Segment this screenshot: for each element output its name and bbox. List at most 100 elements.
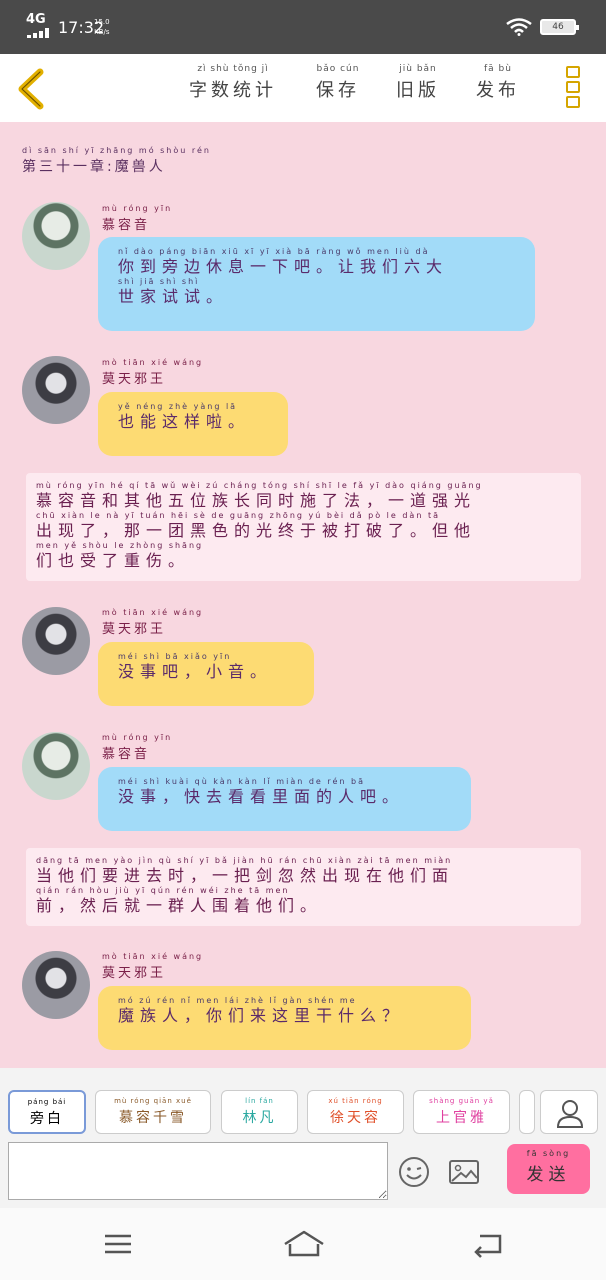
publish-button[interactable]: fā bù 发布 bbox=[472, 64, 524, 102]
speaker-pinyin: mù róng yīn bbox=[102, 733, 173, 742]
avatar[interactable] bbox=[22, 356, 90, 424]
old-version-button[interactable]: jiù bǎn 旧版 bbox=[392, 64, 444, 102]
message-pinyin: méi shì kuài qù kàn kàn lǐ miàn de rén b… bbox=[118, 777, 366, 786]
message-text: 没事，快去看看里面的人吧。 bbox=[118, 787, 405, 806]
role-xu-tianrong[interactable]: xú tiān róng 徐天容 bbox=[307, 1090, 404, 1134]
speaker-pinyin: mò tiān xié wáng bbox=[102, 608, 204, 617]
word-count-label: 字数统计 bbox=[189, 80, 277, 101]
chevron-left-icon[interactable] bbox=[14, 68, 50, 110]
message-bubble[interactable]: méi shì bā xiǎo yīn 没事吧，小音。 bbox=[98, 642, 314, 706]
network-type: 4G bbox=[26, 12, 46, 27]
speaker-label: 莫天邪王 bbox=[102, 966, 167, 981]
chapter-title: dì sān shí yī zhāng mó shòu rén 第三十一章:魔兽… bbox=[22, 146, 211, 176]
role-murong-qianxue[interactable]: mù róng qiān xuě 慕容千雪 bbox=[95, 1090, 211, 1134]
speaker-label: 莫天邪王 bbox=[102, 372, 167, 387]
role-label: 上官雅 bbox=[436, 1110, 487, 1126]
narration-pinyin: dāng tā men yào jìn qù shí yī bǎ jiàn hū… bbox=[36, 856, 453, 865]
system-nav-bar bbox=[0, 1208, 606, 1280]
narration-pinyin: men yě shòu le zhòng shāng bbox=[36, 541, 204, 550]
speaker-name: mù róng yīn 慕容音 bbox=[102, 204, 172, 233]
speaker-label: 莫天邪王 bbox=[102, 622, 167, 637]
editor-toolbar: zì shù tǒng jì 字数统计 bǎo cún 保存 jiù bǎn 旧… bbox=[0, 54, 606, 122]
avatar[interactable] bbox=[22, 951, 90, 1019]
role-pinyin: mù róng qiān xuě bbox=[114, 1097, 192, 1105]
speed-value: 15.0 bbox=[94, 18, 110, 26]
message-bubble[interactable]: yě néng zhè yàng lā 也能这样啦。 bbox=[98, 392, 288, 456]
narration-text: 出现了，那一团黑色的光终于被打破了。但他 bbox=[36, 521, 477, 540]
narration-block[interactable]: mù róng yīn hé qí tā wǔ wèi zú cháng tón… bbox=[26, 473, 581, 581]
message-pinyin: nǐ dào páng biān xiū xī yī xià bā ràng w… bbox=[118, 247, 430, 256]
message-text: 魔族人，你们来这里干什么？ bbox=[118, 1006, 405, 1025]
hamburger-icon[interactable] bbox=[98, 1228, 138, 1260]
role-pinyin: páng bái bbox=[27, 1098, 67, 1106]
role-shangguan-ya[interactable]: shàng guān yǎ 上官雅 bbox=[413, 1090, 510, 1134]
narration-pinyin: qián rán hòu jiù yī qún rén wéi zhe tā m… bbox=[36, 886, 290, 895]
chat-area[interactable]: dì sān shí yī zhāng mó shòu rén 第三十一章:魔兽… bbox=[0, 122, 606, 1068]
narration-text: 慕容音和其他五位族长同时施了法，一道强光 bbox=[36, 491, 477, 510]
narration-pinyin: chū xiàn le nà yī tuán hēi sè de guāng z… bbox=[36, 511, 440, 520]
message-text: 你到旁边休息一下吧。让我们六大 bbox=[118, 257, 449, 276]
message-pinyin: yě néng zhè yàng lā bbox=[118, 402, 238, 411]
signal-icon bbox=[27, 28, 51, 38]
role-narration[interactable]: páng bái 旁白 bbox=[8, 1090, 86, 1134]
message-pinyin: mó zú rén nǐ men lái zhè lǐ gàn shén me bbox=[118, 996, 357, 1005]
network-speed: 15.0 KB/s bbox=[94, 17, 110, 37]
speaker-name: mò tiān xié wáng 莫天邪王 bbox=[102, 608, 203, 637]
speaker-pinyin: mò tiān xié wáng bbox=[102, 358, 204, 367]
message-text: 世家试试。 bbox=[118, 287, 229, 306]
narration-text: 前，然后就一群人围着他们。 bbox=[36, 896, 323, 915]
message-bubble[interactable]: méi shì kuài qù kàn kàn lǐ miàn de rén b… bbox=[98, 767, 471, 831]
role-pinyin: lín fán bbox=[245, 1097, 274, 1105]
narration-text: 们也受了重伤。 bbox=[36, 551, 191, 570]
role-label: 慕容千雪 bbox=[119, 1110, 187, 1126]
old-version-pinyin: jiù bǎn bbox=[399, 64, 437, 74]
person-icon[interactable] bbox=[540, 1090, 598, 1134]
narration-block[interactable]: dāng tā men yào jìn qù shí yī bǎ jiàn hū… bbox=[26, 848, 581, 926]
speed-unit: KB/s bbox=[94, 28, 110, 36]
smiley-icon[interactable] bbox=[398, 1156, 430, 1188]
role-label: 林凡 bbox=[242, 1110, 277, 1126]
person-icon-glyph bbox=[556, 1100, 584, 1128]
home-icon[interactable] bbox=[282, 1228, 326, 1260]
chapter-title-pinyin: dì sān shí yī zhāng mó shòu rén bbox=[22, 146, 211, 155]
message-bubble[interactable]: nǐ dào páng biān xiū xī yī xià bā ràng w… bbox=[98, 237, 535, 331]
send-button[interactable]: fā sòng 发送 bbox=[507, 1144, 590, 1194]
message-input[interactable] bbox=[8, 1142, 388, 1200]
role-pinyin: shàng guān yǎ bbox=[429, 1097, 494, 1105]
back-arrow-icon[interactable] bbox=[468, 1228, 508, 1260]
save-pinyin: bǎo cún bbox=[316, 64, 360, 74]
send-pinyin: fā sòng bbox=[526, 1149, 571, 1158]
battery-icon: 46 bbox=[540, 19, 579, 35]
speaker-name: mò tiān xié wáng 莫天邪王 bbox=[102, 358, 203, 387]
publish-label: 发布 bbox=[476, 80, 520, 101]
role-lin-fan[interactable]: lín fán 林凡 bbox=[221, 1090, 298, 1134]
role-more[interactable] bbox=[519, 1090, 535, 1134]
speaker-label: 慕容音 bbox=[102, 747, 151, 762]
menu-dots-icon[interactable] bbox=[564, 66, 582, 114]
message-pinyin: shì jiā shì shì bbox=[118, 277, 200, 286]
avatar[interactable] bbox=[22, 202, 90, 270]
save-button[interactable]: bǎo cún 保存 bbox=[312, 64, 364, 102]
composer-panel: páng bái 旁白 mù róng qiān xuě 慕容千雪 lín fá… bbox=[0, 1068, 606, 1208]
word-count-button[interactable]: zì shù tǒng jì 字数统计 bbox=[184, 64, 282, 102]
speaker-name: mò tiān xié wáng 莫天邪王 bbox=[102, 952, 203, 981]
wifi-icon bbox=[506, 18, 532, 36]
message-bubble[interactable]: mó zú rén nǐ men lái zhè lǐ gàn shén me … bbox=[98, 986, 471, 1050]
image-icon[interactable] bbox=[448, 1156, 480, 1188]
avatar[interactable] bbox=[22, 607, 90, 675]
speaker-pinyin: mò tiān xié wáng bbox=[102, 952, 204, 961]
send-label: 发送 bbox=[526, 1165, 571, 1185]
narration-pinyin: mù róng yīn hé qí tā wǔ wèi zú cháng tón… bbox=[36, 481, 483, 490]
role-pinyin: xú tiān róng bbox=[328, 1097, 383, 1105]
narration-text: 当他们要进去时，一把剑忽然出现在他们面 bbox=[36, 866, 455, 885]
publish-pinyin: fā bù bbox=[484, 64, 512, 74]
old-version-label: 旧版 bbox=[396, 80, 440, 101]
message-text: 也能这样啦。 bbox=[118, 412, 251, 431]
speaker-label: 慕容音 bbox=[102, 218, 151, 233]
message-text: 没事吧，小音。 bbox=[118, 662, 273, 681]
status-bar: 4G 17:32 15.0 KB/s 46 bbox=[0, 0, 606, 54]
word-count-pinyin: zì shù tǒng jì bbox=[197, 64, 269, 74]
save-label: 保存 bbox=[316, 80, 360, 101]
speaker-name: mù róng yīn 慕容音 bbox=[102, 733, 172, 762]
avatar[interactable] bbox=[22, 732, 90, 800]
